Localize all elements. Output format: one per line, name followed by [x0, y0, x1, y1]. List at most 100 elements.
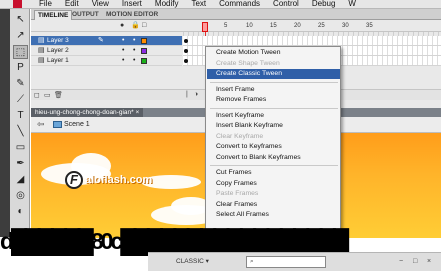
layer-name-cell[interactable]: ▤ Layer 3 ✎ • •	[31, 36, 182, 46]
menu-item-paste-frames: Paste Frames	[216, 190, 259, 197]
visibility-dot[interactable]: •	[122, 36, 124, 46]
layer-color-swatch[interactable]	[141, 58, 147, 64]
help-search-input[interactable]: ⌕	[246, 256, 326, 268]
back-arrow-icon[interactable]: ⇦	[37, 119, 45, 130]
deco-tool-icon[interactable]: ◎	[13, 189, 28, 203]
line-draw-tool-icon[interactable]: ╲	[13, 125, 28, 139]
workspace-switcher[interactable]: CLASSIC ▾	[176, 256, 209, 267]
pen-tool-icon[interactable]: ✎	[13, 77, 28, 91]
menu-item-commands[interactable]: Commands	[219, 0, 260, 8]
menu-item-select-all-frames[interactable]: Select All Frames	[207, 210, 340, 220]
layer-name: Layer 2	[47, 47, 69, 54]
menu-separator	[210, 81, 338, 83]
visibility-dot[interactable]: •	[122, 46, 124, 56]
menu-item-clear-frames[interactable]: Clear Frames	[207, 200, 340, 210]
layer-icon: ▤	[38, 37, 45, 44]
menu-bar: File Edit View Insert Modify Text Commands Cont…	[0, 0, 441, 9]
menu-item-w[interactable]: W	[348, 0, 356, 8]
frame-number: 15	[270, 23, 277, 29]
subselection-tool-icon[interactable]: ↗	[13, 29, 28, 43]
paint-bucket-tool-icon[interactable]: ◢	[13, 173, 28, 187]
playhead[interactable]	[202, 22, 208, 32]
menu-item-copy-frames[interactable]: Copy Frames	[207, 179, 340, 189]
menu-item-text[interactable]: Text	[191, 0, 206, 8]
frame-number: 25	[318, 23, 325, 29]
menu-item-cut-frames[interactable]: Cut Frames	[207, 168, 340, 178]
document-tab[interactable]: hieu-ung-chong-chong-doan-gian* ×	[31, 108, 144, 117]
tab-timeline[interactable]: TIMELINE	[34, 10, 73, 20]
delete-layer-icon[interactable]: 🗑	[54, 91, 63, 99]
tab-output[interactable]: OUTPUT	[69, 10, 102, 20]
layer-row[interactable]: ▤ Layer 3 ✎ • •	[31, 36, 441, 46]
maximize-icon[interactable]: □	[413, 256, 417, 267]
rectangle-tool-icon[interactable]: ▭	[13, 141, 28, 155]
tools-panel-handle[interactable]	[0, 9, 10, 237]
timeline-header: ● 🔒 □ 15101520253035	[31, 20, 441, 32]
frame-number: 20	[294, 23, 301, 29]
lock-dot[interactable]: •	[133, 46, 135, 56]
menu-item-insert[interactable]: Insert	[122, 0, 142, 8]
layer-name: Layer 3	[47, 37, 69, 44]
tools-panel: ↖ ↗ ⬚ P ✎ ⟋ T ╲ ▭ ✒ ◢ ◎ ◐	[10, 9, 30, 237]
menu-item-remove-frames[interactable]: Remove Frames	[207, 95, 340, 105]
line-tool-icon[interactable]: ⟋	[13, 93, 28, 107]
text-tool-icon[interactable]: T	[13, 109, 28, 123]
frame-number: 30	[342, 23, 349, 29]
frame-track[interactable]	[183, 36, 441, 46]
layer-icon: ▤	[38, 47, 45, 54]
lock-icon[interactable]: 🔒	[131, 22, 140, 30]
keyframe[interactable]	[184, 39, 188, 43]
layer-name-cell[interactable]: ▤ Layer 2 • •	[31, 46, 182, 56]
search-icon: ⌕	[250, 258, 254, 265]
lasso-tool-icon[interactable]: P	[13, 61, 28, 75]
visibility-dot[interactable]: •	[122, 56, 124, 66]
new-folder-icon[interactable]: ▭	[44, 91, 51, 99]
pencil-tool-icon[interactable]: ✒	[13, 157, 28, 171]
close-tab-icon[interactable]: ×	[135, 109, 139, 116]
tab-motion-editor[interactable]: MOTION EDITOR	[103, 10, 161, 20]
new-layer-icon[interactable]: ◻	[34, 91, 40, 99]
frame-number: 35	[366, 23, 373, 29]
menu-item-insert-keyframe[interactable]: Insert Keyframe	[207, 111, 340, 121]
menu-item-view[interactable]: View	[92, 0, 109, 8]
center-frame-icon[interactable]: |	[186, 91, 188, 98]
keyframe[interactable]	[184, 59, 188, 63]
menu-item-create-classic-tween[interactable]: Create Classic Tween	[207, 69, 340, 79]
menu-items: File Edit View Insert Modify Text Commands Cont…	[39, 0, 369, 8]
layer-color-swatch[interactable]	[141, 38, 147, 44]
aloflash-logo-text: aloflash.com	[85, 174, 153, 186]
minimize-icon[interactable]: −	[399, 256, 403, 267]
eye-icon[interactable]: ●	[120, 22, 124, 30]
layer-name: Layer 1	[47, 57, 69, 64]
flash-app-icon[interactable]	[13, 0, 22, 8]
menu-item-edit[interactable]: Edit	[65, 0, 79, 8]
lock-dot[interactable]: •	[133, 56, 135, 66]
menu-item-modify[interactable]: Modify	[155, 0, 179, 8]
onion-skin-icon[interactable]: ◑	[194, 91, 198, 98]
menu-item-create-shape-tween: Create Shape Tween	[216, 59, 280, 67]
menu-item-control[interactable]: Control	[273, 0, 299, 8]
scene-label: Scene 1	[64, 121, 90, 128]
menu-item-create-motion-tween[interactable]: Create Motion Tween	[207, 48, 340, 58]
aloflash-logo-icon: F	[65, 171, 83, 189]
ink-tool-icon[interactable]: ◐	[13, 205, 28, 219]
selection-tool-icon[interactable]: ↖	[13, 13, 28, 27]
menu-item-clear-keyframe: Clear Keyframe	[216, 132, 264, 140]
frame-number: 10	[246, 23, 253, 29]
menu-item-file[interactable]: File	[39, 0, 52, 8]
layer-color-swatch[interactable]	[141, 48, 147, 54]
menu-item-insert-blank-keyframe[interactable]: Insert Blank Keyframe	[207, 121, 340, 131]
layer-icon: ▤	[38, 57, 45, 64]
menu-item-debug[interactable]: Debug	[312, 0, 336, 8]
outline-icon[interactable]: □	[142, 22, 146, 30]
menu-item-insert-frame[interactable]: Insert Frame	[207, 85, 340, 95]
document-tab-label: hieu-ung-chong-chong-doan-gian*	[35, 109, 134, 116]
close-window-icon[interactable]: ×	[427, 256, 431, 267]
keyframe[interactable]	[184, 49, 188, 53]
menu-item-convert-to-blank-keyframes[interactable]: Convert to Blank Keyframes	[207, 153, 340, 163]
free-transform-tool-icon[interactable]: ⬚	[13, 45, 28, 59]
lock-dot[interactable]: •	[133, 36, 135, 46]
pencil-icon: ✎	[98, 37, 104, 44]
menu-item-convert-to-keyframes[interactable]: Convert to Keyframes	[207, 142, 340, 152]
layer-name-cell[interactable]: ▤ Layer 1 • •	[31, 56, 182, 66]
